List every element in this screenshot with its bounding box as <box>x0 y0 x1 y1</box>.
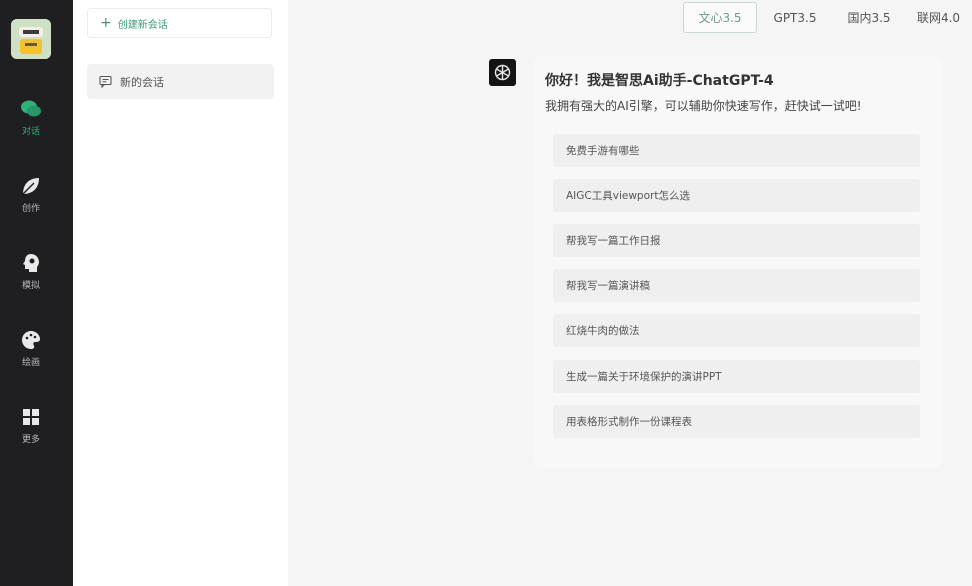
rail-item-chat[interactable]: 对话 <box>0 98 62 150</box>
leaf-icon <box>22 178 39 195</box>
rail-item-paint[interactable]: 绘画 <box>0 329 62 381</box>
suggestion-label: 帮我写一篇演讲稿 <box>566 280 650 292</box>
tab-online-4-0[interactable]: 联网4.0 <box>905 2 972 33</box>
rail-item-simulate[interactable]: 模拟 <box>0 252 62 304</box>
nav-rail: 对话 创作 模拟 绘画 更多 <box>0 0 73 586</box>
tab-gpt-3-5[interactable]: GPT3.5 <box>757 2 833 33</box>
suggestion-item[interactable]: 生成一篇关于环境保护的演讲PPT <box>553 360 920 393</box>
suggestion-item[interactable]: 帮我写一篇工作日报 <box>553 224 920 257</box>
rail-item-label: 更多 <box>21 435 40 445</box>
openai-logo-icon <box>494 64 511 81</box>
avatar[interactable] <box>11 19 51 59</box>
plus-icon: + <box>100 15 112 31</box>
rail-item-label: 对话 <box>21 127 40 137</box>
chat-bubbles-icon <box>21 100 41 117</box>
suggestion-label: 免费手游有哪些 <box>566 145 640 157</box>
conversation-panel: + 创建新会话 新的会话 <box>73 0 288 586</box>
welcome-title: 你好！我是智思Ai助手-ChatGPT-4 <box>545 73 774 89</box>
tab-label: GPT3.5 <box>773 10 817 25</box>
rail-item-label: 创作 <box>21 204 40 214</box>
rail-item-label: 绘画 <box>21 358 40 368</box>
rail-item-label: 模拟 <box>21 281 40 291</box>
conversation-item[interactable]: 新的会话 <box>87 64 274 99</box>
rail-item-more[interactable]: 更多 <box>0 406 62 458</box>
rail-item-create[interactable]: 创作 <box>0 175 62 227</box>
suggestion-label: AIGC工具viewport怎么选 <box>566 190 690 202</box>
suggestion-label: 帮我写一篇工作日报 <box>566 235 661 247</box>
suggestion-item[interactable]: 帮我写一篇演讲稿 <box>553 269 920 302</box>
grid-icon <box>23 409 39 425</box>
suggestion-item[interactable]: 免费手游有哪些 <box>553 134 920 167</box>
bot-logo <box>489 59 516 86</box>
suggestion-item[interactable]: AIGC工具viewport怎么选 <box>553 179 920 212</box>
palette-icon <box>22 331 40 349</box>
new-chat-button[interactable]: + 创建新会话 <box>87 8 272 38</box>
model-tabs: 文心3.5 GPT3.5 国内3.5 联网4.0 <box>683 2 972 33</box>
tab-label: 联网4.0 <box>916 11 961 25</box>
suggestion-label: 生成一篇关于环境保护的演讲PPT <box>566 371 722 383</box>
message-icon <box>99 75 112 88</box>
suggestion-item[interactable]: 红烧牛肉的做法 <box>553 314 920 347</box>
conversation-label: 新的会话 <box>120 75 164 89</box>
new-chat-label: 创建新会话 <box>117 19 168 31</box>
head-icon <box>23 254 39 272</box>
tab-label: 国内3.5 <box>847 11 891 25</box>
tab-domestic-3-5[interactable]: 国内3.5 <box>833 2 905 33</box>
suggestion-label: 用表格形式制作一份课程表 <box>566 416 692 428</box>
welcome-card: 你好！我是智思Ai助手-ChatGPT-4 我拥有强大的AI引擎，可以辅助你快速… <box>533 56 943 468</box>
suggestion-item[interactable]: 用表格形式制作一份课程表 <box>553 405 920 438</box>
avatar-image <box>11 19 51 59</box>
suggestion-label: 红烧牛肉的做法 <box>566 325 640 337</box>
tab-wenxin-3-5[interactable]: 文心3.5 <box>683 2 757 33</box>
tab-label: 文心3.5 <box>698 11 742 25</box>
welcome-subtitle: 我拥有强大的AI引擎，可以辅助你快速写作，赶快试一试吧! <box>545 99 862 113</box>
